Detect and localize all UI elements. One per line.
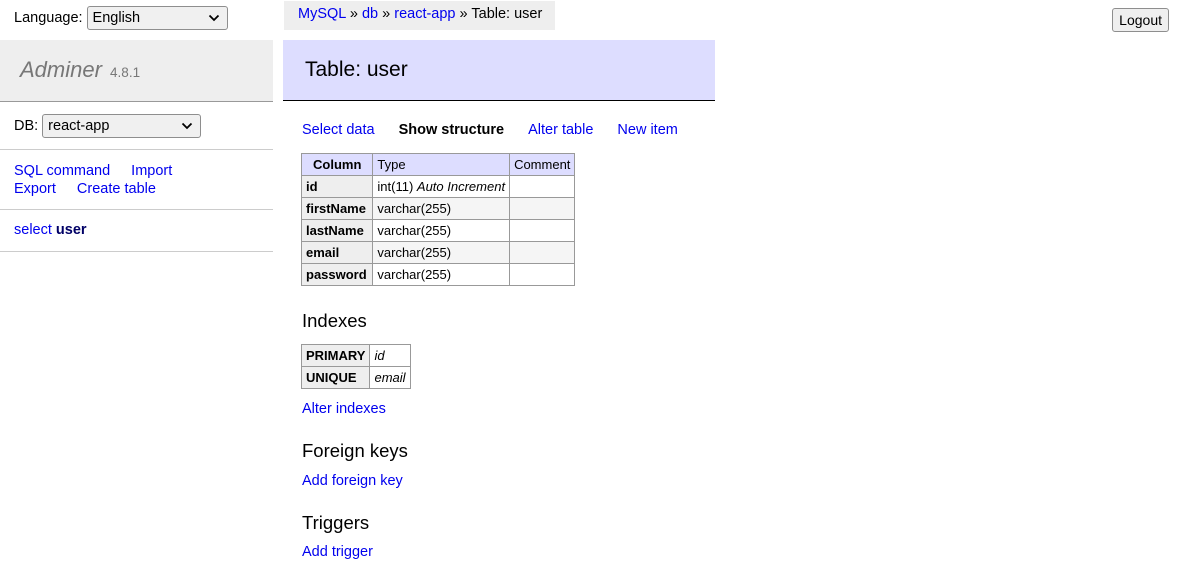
column-comment — [509, 219, 576, 242]
select-table-link[interactable]: select — [14, 222, 52, 238]
db-select-value: react-app — [48, 118, 110, 134]
add-trigger-link[interactable]: Add trigger — [302, 544, 373, 560]
foreign-keys-heading: Foreign keys — [302, 440, 408, 461]
indexes-table: PRIMARY id UNIQUE email — [300, 344, 411, 389]
comment-header: Comment — [509, 153, 576, 176]
breadcrumb-separator: » — [382, 6, 391, 22]
table-row: firstName varchar(255) — [300, 197, 576, 220]
column-comment — [509, 175, 576, 198]
indexes-heading: Indexes — [302, 310, 367, 331]
column-name: firstName — [300, 197, 374, 220]
app-logo[interactable]: Adminer 4.8.1 — [20, 57, 140, 83]
language-select[interactable]: English — [86, 6, 228, 30]
logout-button[interactable]: Logout — [1112, 8, 1169, 32]
breadcrumb: MySQL » db » react-app » Table: user — [284, 1, 555, 30]
column-comment — [509, 263, 576, 286]
column-name: lastName — [300, 219, 374, 242]
alter-indexes-link[interactable]: Alter indexes — [302, 401, 386, 417]
db-selector-row: DB: react-app — [14, 114, 202, 138]
create-table-link[interactable]: Create table — [77, 181, 156, 197]
table-structure-link[interactable]: user — [56, 222, 87, 238]
chevron-down-icon — [208, 14, 219, 22]
extra-value: Auto Increment — [416, 179, 506, 194]
index-type: PRIMARY — [300, 344, 371, 367]
language-label: Language: — [14, 10, 83, 26]
table-row: lastName varchar(255) — [300, 219, 576, 242]
column-header: Column — [300, 153, 374, 176]
index-column: email — [369, 366, 411, 389]
new-item-link[interactable]: New item — [617, 122, 677, 138]
table-list-item: select user — [14, 222, 87, 238]
breadcrumb-database[interactable]: react-app — [394, 6, 455, 22]
menu-divider — [0, 149, 273, 150]
table-row: email varchar(255) — [300, 241, 576, 264]
menu-divider — [0, 209, 273, 210]
language-selector-row: Language: English — [14, 6, 228, 30]
logo-header: Adminer 4.8.1 — [0, 40, 273, 102]
db-label: DB: — [14, 118, 39, 134]
column-name: password — [300, 263, 374, 286]
column-comment — [509, 197, 576, 220]
select-data-link[interactable]: Select data — [302, 122, 375, 138]
app-name: Adminer — [20, 57, 102, 82]
breadcrumb-separator: » — [459, 6, 468, 22]
language-select-value: English — [92, 10, 141, 26]
index-type: UNIQUE — [300, 366, 371, 389]
alter-table-link[interactable]: Alter table — [528, 122, 593, 138]
table-name: user — [55, 222, 87, 238]
type-header: Type — [372, 153, 511, 176]
column-type: varchar(255) — [372, 219, 511, 242]
import-link[interactable]: Import — [131, 163, 172, 179]
breadcrumb-current: Table: user — [471, 6, 543, 22]
column-type: varchar(255) — [372, 197, 511, 220]
table-row: UNIQUE email — [300, 366, 411, 389]
table-actions: Select data Show structure Alter table N… — [302, 122, 702, 138]
page-title: Table: user — [305, 58, 408, 81]
table-row: id int(11) Auto Increment — [300, 175, 576, 198]
sql-command-link[interactable]: SQL command — [14, 163, 110, 179]
column-comment — [509, 241, 576, 264]
breadcrumb-db[interactable]: db — [362, 6, 378, 22]
table-header-row: Column Type Comment — [300, 153, 576, 176]
table-row: password varchar(255) — [300, 263, 576, 286]
column-type: int(11) Auto Increment — [372, 175, 511, 198]
column-name: email — [300, 241, 374, 264]
index-column: id — [369, 344, 411, 367]
app-version: 4.8.1 — [110, 65, 141, 80]
menu-divider — [0, 251, 273, 252]
table-row: PRIMARY id — [300, 344, 411, 367]
breadcrumb-separator: » — [349, 6, 358, 22]
type-value: int(11) — [377, 179, 414, 194]
column-type: varchar(255) — [372, 263, 511, 286]
page-header: Table: user — [283, 40, 715, 101]
triggers-heading: Triggers — [302, 512, 370, 533]
breadcrumb-server[interactable]: MySQL — [298, 6, 346, 22]
chevron-down-icon — [182, 122, 193, 130]
db-select[interactable]: react-app — [42, 114, 202, 138]
add-foreign-key-link[interactable]: Add foreign key — [302, 473, 403, 489]
column-name: id — [300, 175, 374, 198]
export-link[interactable]: Export — [14, 181, 56, 197]
column-type: varchar(255) — [372, 241, 511, 264]
menu-links: SQL command Import Export Create table — [14, 162, 264, 198]
structure-table: Column Type Comment id int(11) Auto Incr… — [300, 153, 576, 286]
show-structure-link[interactable]: Show structure — [399, 122, 505, 138]
